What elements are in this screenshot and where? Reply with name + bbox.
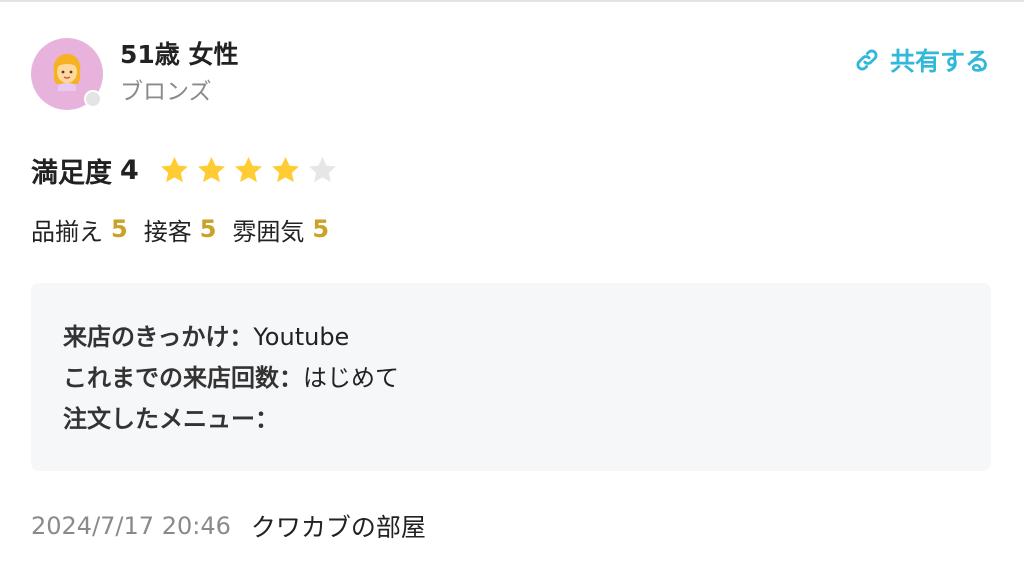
user-rank: ブロンズ — [120, 79, 212, 105]
star-icon — [271, 156, 299, 182]
star-icon — [234, 156, 262, 182]
satisfaction-value: 4 — [120, 154, 139, 186]
star-rating — [159, 155, 338, 186]
satisfaction-rating: 満足度 4 — [31, 150, 338, 190]
visit-details-box: 来店のきっかけ：Youtube これまでの来店回数：はじめて 注文したメニュー： — [31, 283, 991, 471]
satisfaction-label: 満足度 — [31, 157, 112, 189]
sub-rating-label: 雰囲気 — [232, 217, 305, 246]
detail-visit-reason: 来店のきっかけ：Youtube — [63, 317, 991, 358]
woman-emoji-icon — [53, 54, 81, 91]
detail-value: はじめて — [303, 364, 399, 392]
star-icon — [160, 156, 188, 182]
user-name: 51歳 女性 — [120, 40, 239, 69]
status-indicator — [84, 90, 102, 108]
avatar[interactable] — [31, 38, 103, 110]
review-footer: 2024/7/17 20:46 クワカブの部屋 — [31, 506, 426, 546]
detail-visit-count: これまでの来店回数：はじめて — [63, 358, 991, 399]
sub-rating-label: 接客 — [143, 217, 192, 246]
post-date: 2024/7/17 20:46 — [31, 512, 231, 540]
sub-ratings: 品揃え 5 接客 5 雰囲気 5 — [31, 210, 345, 248]
detail-value: Youtube — [253, 323, 350, 351]
share-button[interactable]: 共有する — [854, 42, 990, 78]
sub-rating-value: 5 — [312, 215, 330, 243]
sub-rating-assortment: 品揃え 5 — [31, 212, 128, 247]
detail-key: これまでの来店回数： — [63, 364, 303, 392]
shop-name-link[interactable]: クワカブの部屋 — [251, 508, 426, 544]
sub-rating-service: 接客 5 — [144, 212, 217, 247]
sub-rating-value: 5 — [199, 215, 217, 243]
star-icon — [197, 156, 225, 182]
share-label: 共有する — [889, 47, 990, 76]
detail-key: 注文したメニュー： — [63, 405, 279, 433]
top-divider — [0, 0, 1024, 2]
star-icon — [308, 156, 336, 182]
detail-ordered-menu: 注文したメニュー： — [63, 399, 991, 440]
sub-rating-label: 品揃え — [31, 217, 103, 246]
link-icon — [856, 49, 878, 71]
sub-rating-value: 5 — [111, 215, 128, 243]
detail-key: 来店のきっかけ： — [63, 323, 254, 351]
sub-rating-atmosphere: 雰囲気 5 — [232, 212, 329, 247]
